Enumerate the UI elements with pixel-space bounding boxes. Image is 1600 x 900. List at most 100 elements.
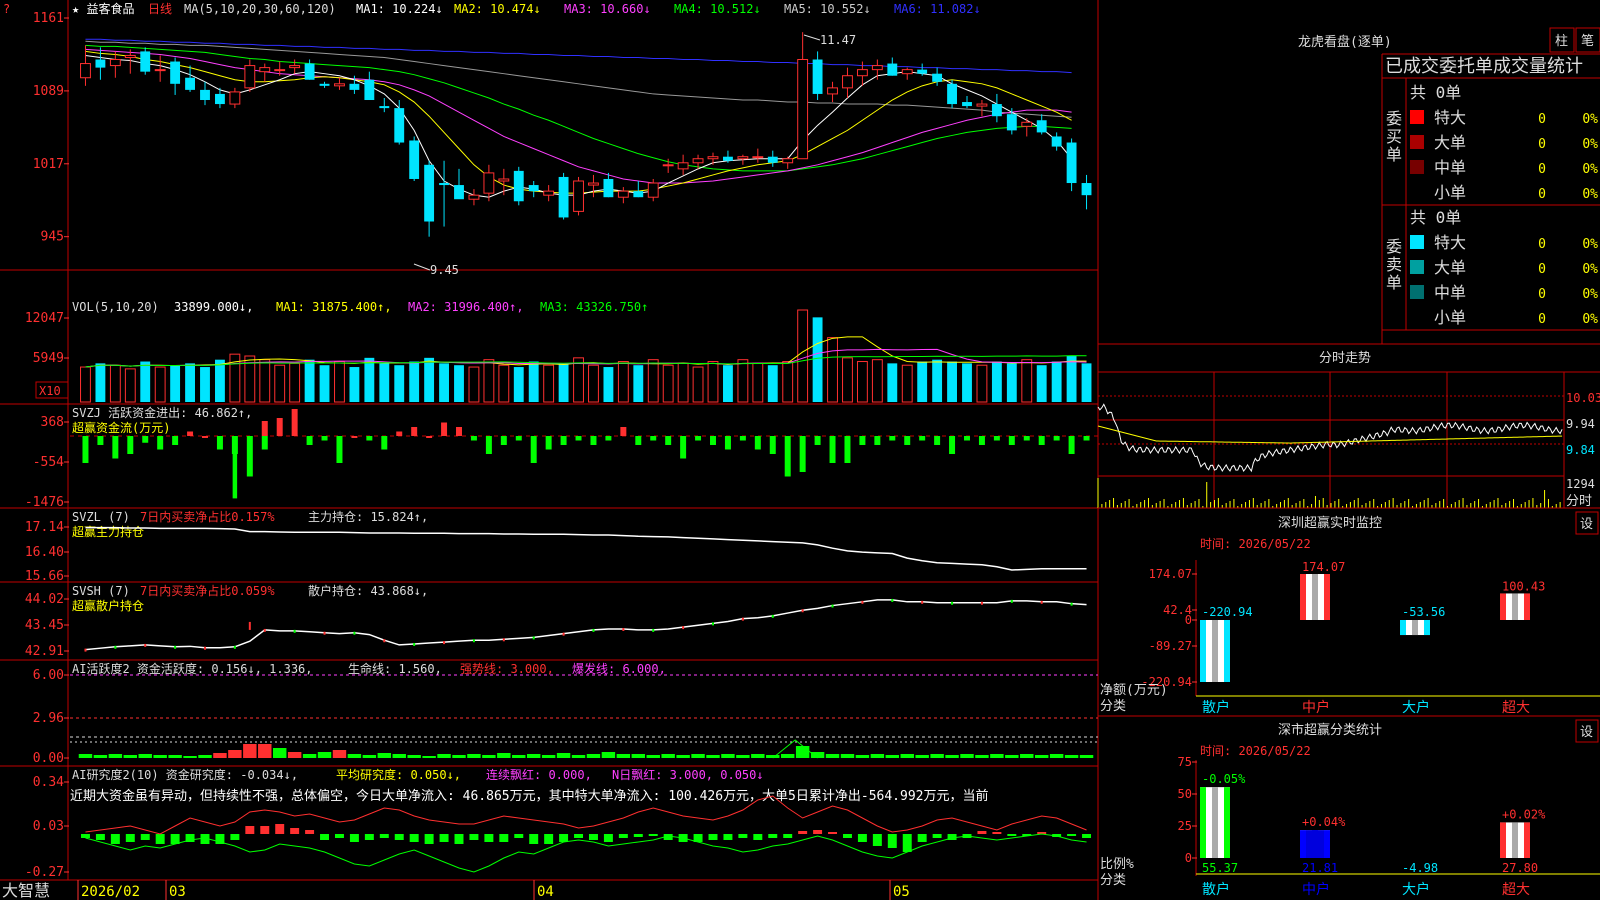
- legend-swatch: [1410, 285, 1424, 299]
- szc-top-label: -0.05%: [1202, 772, 1246, 786]
- svzj-bar: [396, 431, 403, 436]
- air-bar: [992, 832, 1002, 834]
- air-bar: [559, 834, 569, 842]
- svzj-bar: [814, 436, 821, 445]
- svzj-bar: [769, 436, 776, 454]
- vol-bar-up: [662, 364, 674, 403]
- candle-body-down: [424, 164, 435, 222]
- ai2-bar: [168, 755, 182, 758]
- candle-body-down: [932, 73, 943, 82]
- vol-bar-down: [409, 361, 420, 402]
- candle-body-down: [1051, 136, 1062, 147]
- svzj-bar: [605, 436, 612, 441]
- svzj-bar: [336, 436, 343, 463]
- szm-bar-edge: [1424, 620, 1430, 636]
- air-avg: 平均研究度: 0.050↓,: [336, 767, 461, 782]
- svsh-spike: [248, 621, 251, 630]
- air-bar: [588, 834, 598, 840]
- svzj-bar: [202, 436, 208, 438]
- row-name: 特大: [1434, 108, 1466, 127]
- ai2-bar: [1064, 755, 1079, 758]
- row-name: 小单: [1434, 183, 1466, 202]
- svsh-dot: [472, 639, 475, 643]
- svzj-bar: [590, 436, 597, 445]
- candle-body-up: [468, 194, 480, 200]
- intraday-y-tick: 10.03: [1566, 391, 1600, 405]
- row-count: 0: [1538, 112, 1546, 127]
- svsh-line: [84, 598, 1087, 652]
- szm-title: 深圳超赢实时监控: [1278, 515, 1382, 531]
- stock-name[interactable]: ★ 益客食品: [72, 1, 134, 16]
- vol-bar-up: [692, 366, 704, 403]
- ai2-bar: [332, 750, 347, 758]
- candle-body-up: [154, 69, 166, 72]
- svzj-bar: [426, 436, 433, 438]
- svzj-bar: [276, 418, 283, 436]
- ai2-bar: [108, 754, 123, 758]
- air-bar: [454, 834, 464, 844]
- air-bar: [902, 834, 912, 852]
- svsh-dot: [771, 614, 774, 618]
- air-bar: [439, 834, 449, 842]
- svsh-dot: [413, 642, 416, 646]
- svsh-ratio: 7日内买卖净占比0.059%: [140, 583, 275, 598]
- ma5-line: [85, 54, 1072, 198]
- period-label[interactable]: 日线: [148, 2, 172, 16]
- sell-label-char: 卖: [1386, 255, 1402, 274]
- szc-settings-label[interactable]: 设: [1580, 725, 1593, 740]
- candle-body-up: [289, 65, 301, 69]
- tab-bar-label[interactable]: 柱: [1555, 34, 1568, 49]
- svzj-bar: [1068, 436, 1075, 454]
- svzj-bar: [112, 436, 119, 459]
- row-pct: 0%: [1582, 137, 1598, 152]
- ai2-bar: [407, 755, 421, 758]
- svzj-bar: [545, 436, 552, 450]
- air-bar: [394, 834, 404, 840]
- ai2-bar: [452, 755, 466, 758]
- air-y-tick: 0.03: [33, 819, 64, 834]
- ai2-bar: [601, 752, 616, 758]
- svsh-header: SVSH (7): [72, 584, 130, 598]
- vol-bar-down: [394, 365, 405, 402]
- candle-body-up: [274, 69, 286, 72]
- vol-bar-up: [109, 364, 121, 403]
- svzj-bar: [261, 436, 268, 450]
- svsh-dot: [502, 638, 505, 642]
- air-bar: [320, 834, 330, 840]
- tab-tick-label[interactable]: 笔: [1581, 33, 1594, 49]
- szc-value-label: 21.81: [1302, 861, 1338, 875]
- candlesticks[interactable]: [80, 32, 1092, 237]
- legend-swatch: [1410, 235, 1424, 249]
- x-axis-label: 03: [169, 884, 186, 900]
- szc-y-tick: 50: [1178, 787, 1192, 801]
- vol-bar-down: [528, 361, 539, 402]
- svsh-dot: [562, 632, 565, 636]
- vol-bar-down: [767, 365, 778, 402]
- ai2-bar: [586, 754, 601, 758]
- ai2-bar: [885, 755, 900, 758]
- svzj-bar: [650, 436, 657, 441]
- svzj-y-tick: -554: [33, 455, 64, 470]
- svzj-bar: [82, 436, 89, 463]
- ai2-bar: [975, 755, 989, 758]
- vol-value: 33899.000↓,: [174, 300, 253, 314]
- air-bar: [379, 834, 389, 838]
- szm-settings-label[interactable]: 设: [1580, 517, 1593, 532]
- szc-y-tick: 0: [1185, 851, 1192, 865]
- svsh-dot: [951, 601, 954, 605]
- x-axis-label: 2026/02: [81, 884, 140, 900]
- szm-value-label: -220.94: [1202, 605, 1253, 619]
- szc-top-label: +0.02%: [1502, 807, 1546, 821]
- szm-y-axis: 174.0742.40-89.27-220.94: [1141, 567, 1197, 689]
- ai2-bar: [497, 753, 511, 758]
- svzj-bar: [500, 436, 507, 445]
- candle-body-down: [409, 140, 420, 179]
- svzl-sub: 超赢主力持仓: [72, 524, 144, 539]
- candle-body-up: [976, 103, 988, 107]
- svzj-header: SVZJ 活跃资金进出: 46.862↑,: [72, 405, 252, 420]
- row-count: 0: [1538, 162, 1546, 177]
- szc-value-label: 27.80: [1502, 861, 1538, 875]
- szc-category: 超大: [1502, 882, 1530, 898]
- svsh-dot: [353, 631, 356, 635]
- svsh-y-tick: 42.91: [25, 644, 64, 659]
